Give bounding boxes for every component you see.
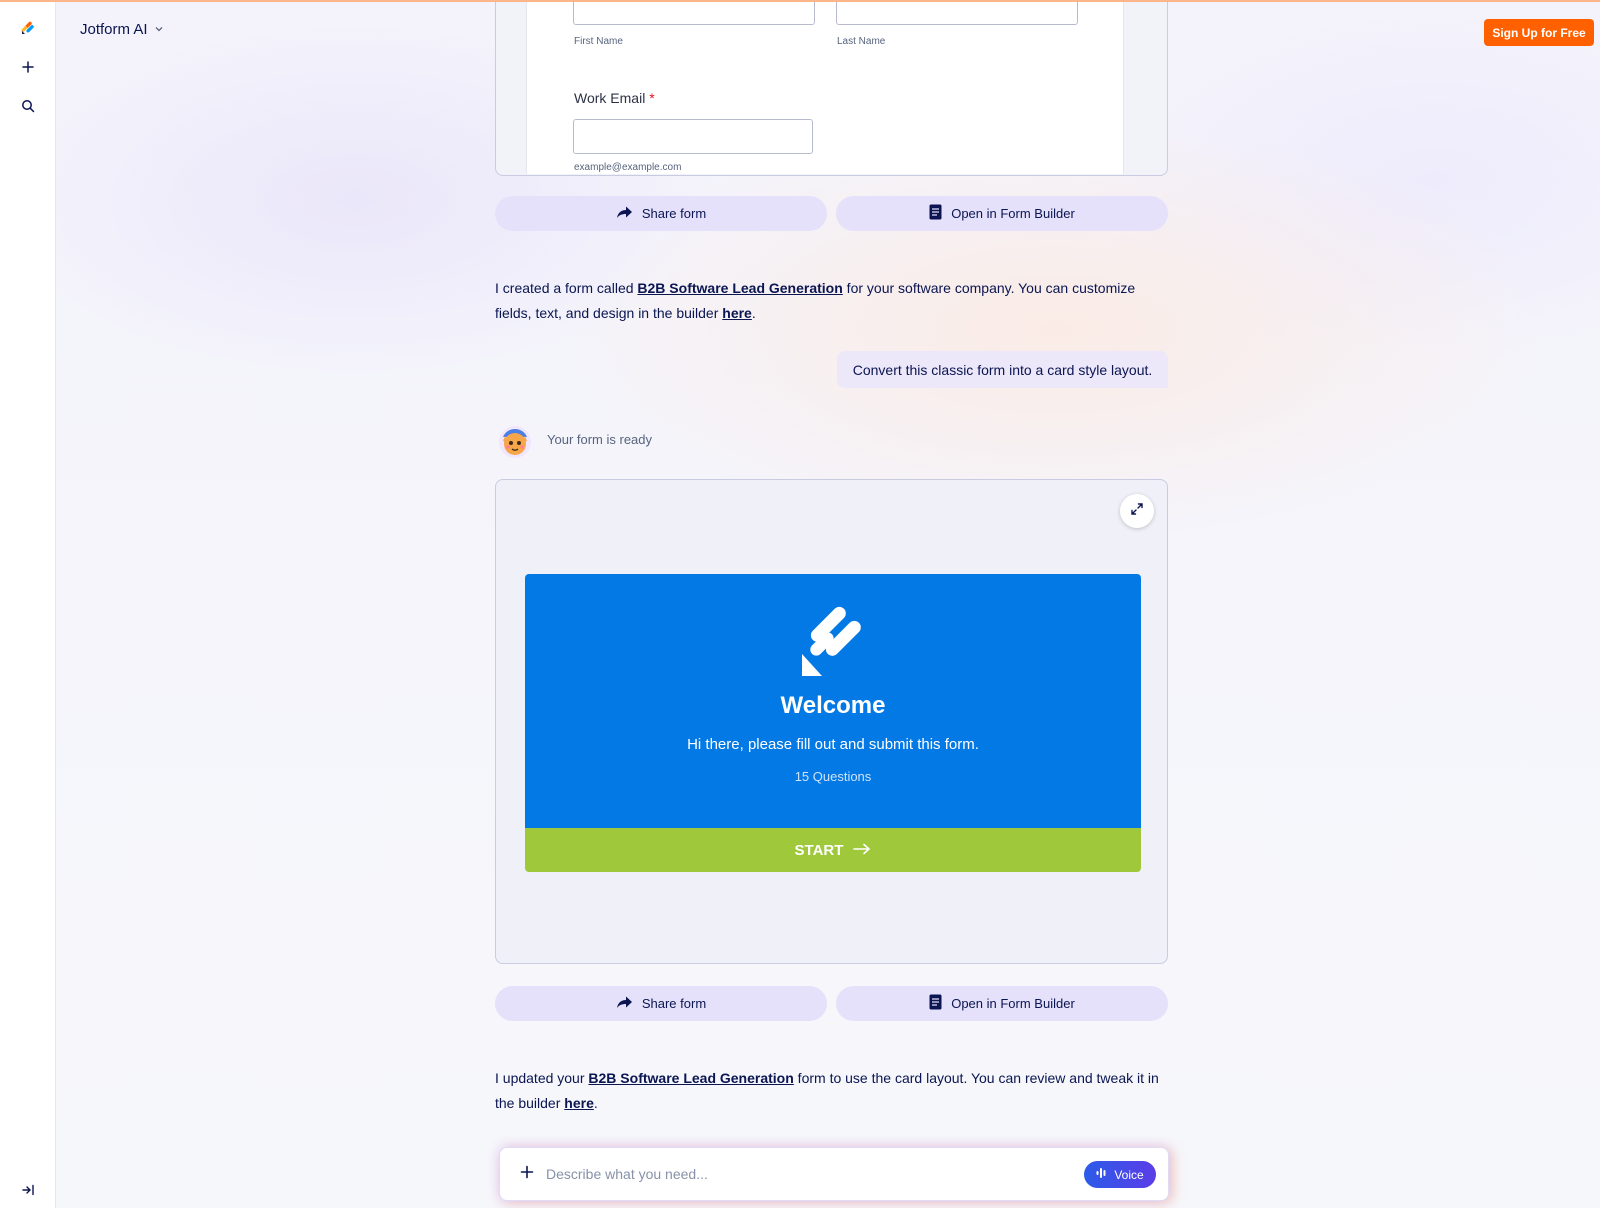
jotform-mark-icon xyxy=(800,604,870,678)
add-attachment-button[interactable] xyxy=(516,1163,538,1185)
work-email-label: Work Email * xyxy=(574,90,655,106)
voice-button[interactable]: Voice xyxy=(1084,1161,1156,1188)
work-email-text: Work Email xyxy=(574,90,646,106)
sign-up-button[interactable]: Sign Up for Free xyxy=(1484,19,1594,46)
required-mark: * xyxy=(649,90,655,106)
left-sidebar xyxy=(0,0,56,1208)
open-builder-label: Open in Form Builder xyxy=(951,206,1075,221)
voice-label: Voice xyxy=(1114,1167,1144,1182)
assistant-status: Your form is ready xyxy=(547,432,653,447)
share-arrow-icon xyxy=(616,995,633,1012)
chat-composer: Voice xyxy=(499,1147,1169,1201)
assistant-message: I created a form called B2B Software Lea… xyxy=(495,276,1170,325)
collapse-sidebar-icon[interactable] xyxy=(16,1178,40,1202)
welcome-card: Welcome Hi there, please fill out and su… xyxy=(525,574,1141,828)
expand-preview-button[interactable] xyxy=(1120,494,1154,528)
chevron-down-icon xyxy=(154,21,164,38)
form-link[interactable]: B2B Software Lead Generation xyxy=(637,280,842,296)
first-name-label: First Name xyxy=(574,36,623,47)
share-form-label: Share form xyxy=(641,206,707,221)
search-icon[interactable] xyxy=(16,94,40,118)
last-name-label: Last Name xyxy=(837,36,886,47)
plus-icon xyxy=(520,1165,534,1184)
form-sheet: First Name Last Name Work Email * exampl… xyxy=(526,1,1124,174)
message-text: . xyxy=(593,1094,598,1111)
share-form-button[interactable]: Share form xyxy=(495,196,827,231)
message-text: I updated your xyxy=(495,1070,589,1086)
top-accent-line xyxy=(0,0,1600,2)
arrow-right-icon xyxy=(853,842,871,859)
welcome-title: Welcome xyxy=(780,692,886,719)
message-text: I created a form called xyxy=(495,280,638,296)
brand-label: Jotform AI xyxy=(80,21,148,38)
share-arrow-icon xyxy=(616,205,633,222)
builder-here-link[interactable]: here xyxy=(564,1095,594,1111)
start-button[interactable]: START xyxy=(525,828,1141,872)
voice-wave-icon xyxy=(1096,1167,1108,1182)
document-icon xyxy=(929,994,942,1013)
plus-icon[interactable] xyxy=(16,55,40,79)
first-name-field[interactable] xyxy=(573,1,815,25)
share-form-label: Share form xyxy=(641,996,707,1011)
assistant-avatar xyxy=(499,426,531,458)
builder-here-link[interactable]: here xyxy=(722,305,752,321)
share-form-button[interactable]: Share form xyxy=(495,986,827,1021)
form-link[interactable]: B2B Software Lead Generation xyxy=(588,1070,793,1086)
open-builder-label: Open in Form Builder xyxy=(951,996,1075,1011)
last-name-field[interactable] xyxy=(836,1,1078,25)
document-icon xyxy=(929,204,942,223)
assistant-message: I updated your B2B Software Lead Generat… xyxy=(495,1066,1170,1115)
classic-form-preview: First Name Last Name Work Email * exampl… xyxy=(495,0,1168,176)
prompt-input[interactable] xyxy=(546,1162,1066,1186)
user-message-bubble: Convert this classic form into a card st… xyxy=(837,351,1168,388)
welcome-description: Hi there, please fill out and submit thi… xyxy=(687,736,979,753)
email-hint: example@example.com xyxy=(574,162,682,173)
app-switcher[interactable]: Jotform AI xyxy=(80,21,164,38)
message-text: . xyxy=(751,304,756,321)
open-in-form-builder-button[interactable]: Open in Form Builder xyxy=(836,196,1168,231)
question-count: 15 Questions xyxy=(794,769,872,784)
work-email-field[interactable] xyxy=(573,119,813,154)
jotform-logo-icon[interactable] xyxy=(16,16,40,40)
expand-icon xyxy=(1130,502,1144,521)
start-label: START xyxy=(794,841,844,859)
open-in-form-builder-button[interactable]: Open in Form Builder xyxy=(836,986,1168,1021)
